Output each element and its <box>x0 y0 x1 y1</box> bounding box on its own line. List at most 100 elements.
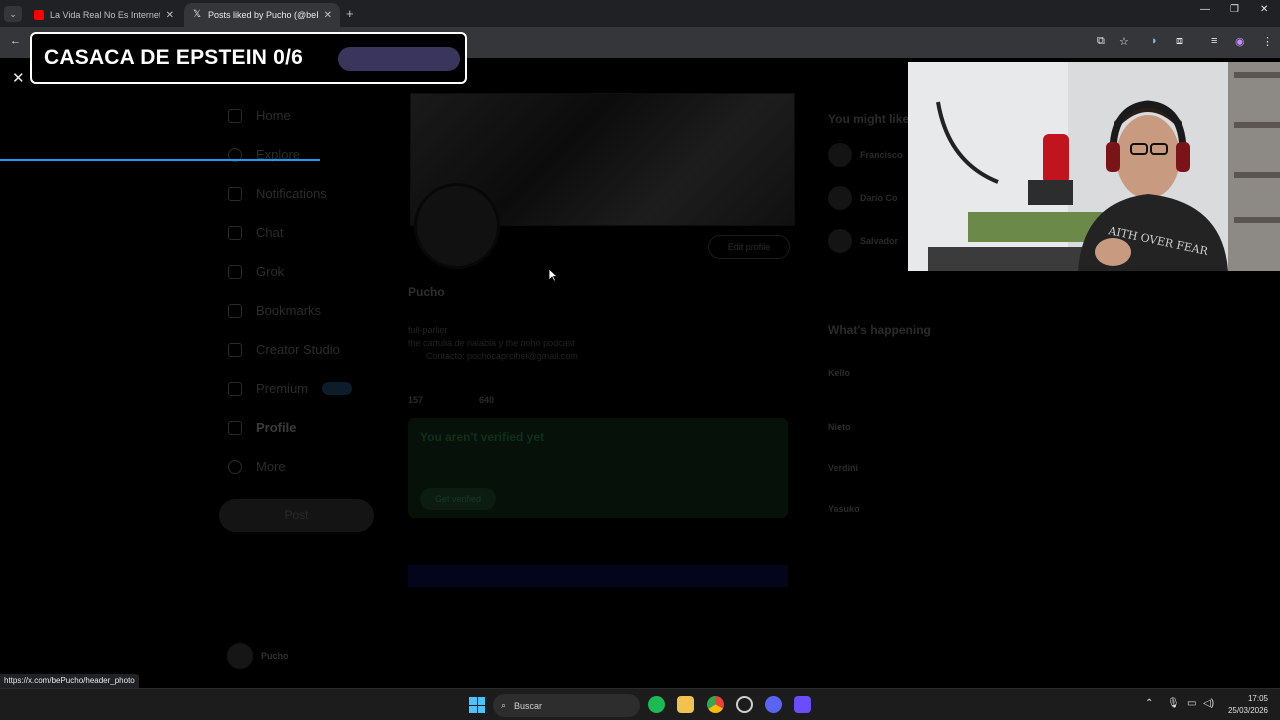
close-icon[interactable]: ✕ <box>12 69 25 87</box>
edit-profile-button[interactable]: Edit profile <box>708 235 790 259</box>
account-switcher[interactable]: Pucho <box>227 643 289 669</box>
tab-x-active[interactable]: 𝕏 Posts liked by Pucho (@bePucho) / X ✕ <box>184 3 340 27</box>
webcam-image: AITH OVER FEAR <box>908 62 1280 271</box>
follow-counts[interactable]: 157 640 <box>408 395 494 405</box>
mouse-cursor-icon <box>548 268 558 282</box>
nav-bookmarks[interactable]: Bookmarks <box>228 303 321 318</box>
search-placeholder: Buscar <box>514 700 543 711</box>
restore-icon[interactable]: ❐ <box>1230 4 1239 15</box>
file-explorer-icon[interactable] <box>677 696 694 713</box>
followers-count: 640 <box>479 395 495 405</box>
grok-icon <box>228 264 242 279</box>
chevron-up-icon[interactable]: ⌃ <box>1145 698 1153 709</box>
loading-bar <box>0 159 320 161</box>
nav-label: Bookmarks <box>256 303 322 318</box>
clock-date: 25/03/2026 <box>1227 706 1268 715</box>
profile-contact: Contacto: puchocaprcihel@gmail.com <box>426 351 578 361</box>
premium-badge <box>322 382 352 395</box>
nav-more[interactable]: More <box>228 459 286 474</box>
avatar <box>828 143 852 167</box>
close-tab-icon[interactable]: ✕ <box>324 10 332 21</box>
nav-notifications[interactable]: Notifications <box>228 186 327 201</box>
screen: { "browser": { "tabs": [ {"title": "La V… <box>0 0 1280 720</box>
microphone-icon[interactable]: 🎙 <box>1167 698 1180 709</box>
extension-icon[interactable]: ◗ <box>1151 35 1158 47</box>
home-icon <box>228 108 242 123</box>
stream-goal-banner: CASACA DE EPSTEIN 0/6 <box>30 32 467 84</box>
nav-label: Premium <box>256 381 309 396</box>
suggestion[interactable]: Darío Co <box>828 186 898 210</box>
menu-icon[interactable]: ⋮ <box>1262 35 1273 48</box>
new-tab-icon[interactable]: + <box>346 6 354 21</box>
youtube-icon <box>34 10 44 20</box>
profile-avatar-icon[interactable]: ◉ <box>1235 35 1245 48</box>
tab-strip: ⌄ La Vida Real No Es Internet - YouTube … <box>0 0 1280 27</box>
clock-app-icon[interactable] <box>736 696 753 713</box>
profile-avatar[interactable] <box>414 183 500 269</box>
nav-home[interactable]: Home <box>228 108 291 123</box>
app-grid-icon[interactable] <box>794 696 811 713</box>
trend-item[interactable]: Nieto <box>828 422 851 432</box>
webcam-feed: AITH OVER FEAR <box>908 62 1280 271</box>
close-tab-icon[interactable]: ✕ <box>166 10 174 21</box>
nav-label: Profile <box>256 420 297 435</box>
nav-chat[interactable]: Chat <box>228 225 283 240</box>
trend-item[interactable]: Kello <box>828 368 850 378</box>
account-name: Pucho <box>261 651 289 661</box>
nav-premium[interactable]: Premium <box>228 381 352 396</box>
goal-text: CASACA DE EPSTEIN 0/6 <box>44 46 303 69</box>
suggestion-name: Francisco <box>860 150 903 160</box>
nav-label: Creator Studio <box>256 342 340 357</box>
discord-icon[interactable] <box>765 696 782 713</box>
volume-icon[interactable]: ◁) <box>1203 698 1214 709</box>
windows-taskbar: ⌕ Buscar ⌃ 🎙 ▭ ◁) 17:05 25/03/2026 <box>0 688 1280 720</box>
avatar <box>828 229 852 253</box>
profile-bio: the cartulia de nalabia y the noho podca… <box>408 338 575 348</box>
windows-start-icon[interactable] <box>469 697 485 713</box>
spotify-icon[interactable] <box>648 696 665 713</box>
system-clock[interactable]: 17:05 25/03/2026 <box>1222 693 1268 717</box>
nav-grok[interactable]: Grok <box>228 264 284 279</box>
nav-label: More <box>256 459 286 474</box>
post-button[interactable]: Post <box>219 499 374 532</box>
suggestion-name: Salvador <box>860 236 899 246</box>
nav-creator-studio[interactable]: Creator Studio <box>228 342 340 357</box>
bell-icon <box>228 186 242 201</box>
x-logo-icon <box>228 381 242 396</box>
install-icon[interactable]: ⧉ <box>1097 35 1105 48</box>
nav-label: Grok <box>256 264 285 279</box>
tab-title: Posts liked by Pucho (@bePucho) / X <box>208 10 318 20</box>
get-verified-button[interactable]: Get verified <box>420 488 496 510</box>
tab-title: La Vida Real No Es Internet - YouTube <box>50 10 160 20</box>
taskbar-search[interactable]: ⌕ Buscar <box>493 694 640 717</box>
suggestion[interactable]: Francisco <box>828 143 903 167</box>
trend-item[interactable]: Verdini <box>828 463 858 473</box>
tab-youtube[interactable]: La Vida Real No Es Internet - YouTube ✕ <box>26 3 182 27</box>
back-icon[interactable]: ← <box>10 35 21 47</box>
tab-search-icon[interactable]: ⌄ <box>4 6 22 22</box>
more-icon <box>228 459 242 474</box>
person-icon <box>228 420 242 435</box>
might-like-heading: You might like <box>828 112 910 126</box>
search-icon: ⌕ <box>501 700 507 710</box>
rocket-icon <box>228 342 242 357</box>
chrome-icon[interactable] <box>707 696 724 713</box>
verify-card: You aren't verified yet Get verified <box>408 418 788 518</box>
goal-progress-bar <box>338 47 460 71</box>
minimize-icon[interactable]: — <box>1200 4 1210 15</box>
verify-title: You aren't verified yet <box>420 430 545 444</box>
media-icon[interactable]: ≡ <box>1211 35 1217 47</box>
close-window-icon[interactable]: ✕ <box>1260 4 1268 15</box>
nav-profile[interactable]: Profile <box>228 420 296 435</box>
status-url-bar: https://x.com/bePucho/header_photo <box>0 674 139 688</box>
avatar <box>227 643 253 669</box>
network-icon[interactable]: ▭ <box>1187 698 1196 709</box>
trend-item[interactable]: Yasuko <box>828 504 860 514</box>
suggestion[interactable]: Salvador <box>828 229 898 253</box>
following-count: 157 <box>408 395 424 405</box>
puzzle-icon[interactable]: ⧈ <box>1176 35 1183 48</box>
mail-icon <box>228 225 242 240</box>
star-icon[interactable]: ☆ <box>1119 35 1129 48</box>
profile-name: Pucho <box>408 285 445 299</box>
whats-happening-heading: What's happening <box>828 323 931 337</box>
